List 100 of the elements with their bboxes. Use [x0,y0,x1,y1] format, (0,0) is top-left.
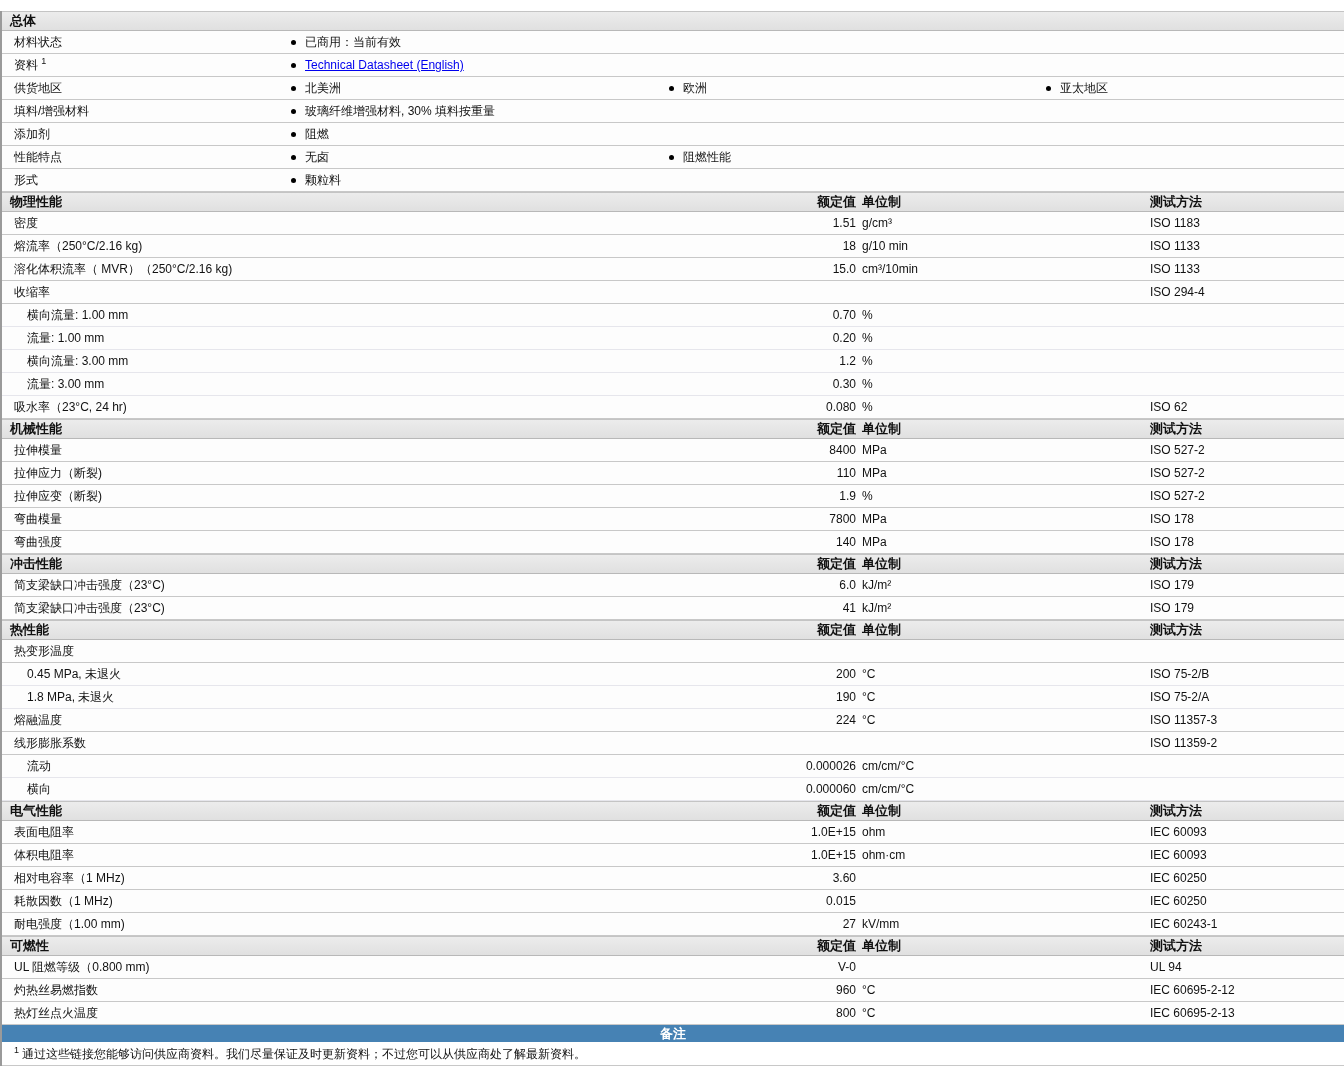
column-header: 测试方法 [1150,937,1203,955]
test-method: ISO 11359-2 [1150,736,1218,750]
test-method: ISO 75-2/B [1150,667,1210,681]
column-header: 额定值 [816,802,856,820]
unit-text: % [862,489,873,503]
notes-title: 备注 [660,1024,686,1043]
unit-text: °C [862,690,876,704]
property-label: 耗散因数（1 MHz) [13,892,114,910]
unit-text: cm/cm/°C [862,782,915,796]
bullet-icon [291,177,296,183]
column-header: 额定值 [816,555,856,573]
bullet-icon [669,154,674,160]
section-title: 总体 [8,12,37,30]
property-label: 耐电强度（1.00 mm) [13,915,126,933]
property-value: 140 [835,535,856,549]
section-title: 机械性能 [8,420,63,438]
property-value: 960 [835,983,856,997]
property-label: 1.8 MPa, 未退火 [26,688,116,706]
test-method: IEC 60695-2-12 [1150,983,1235,997]
property-value: 27 [842,917,856,931]
bullet-icon [291,85,296,91]
bullet-icon [669,85,674,91]
column-header: 单位制 [862,555,902,573]
column-header: 单位制 [862,420,902,438]
column-header: 额定值 [816,621,856,639]
property-label: 热灯丝点火温度 [13,1004,99,1022]
unit-text: % [862,354,873,368]
unit-text: °C [862,667,876,681]
section-title: 可燃性 [9,937,50,955]
column-header: 单位制 [862,937,902,955]
property-value: 190 [835,690,856,704]
unit-text: ohm [862,825,886,839]
bullet-icon [291,39,296,45]
property-value: 1.0E+15 [810,848,856,862]
property-label: 横向 [26,780,52,798]
unit-text: kV/mm [862,917,900,931]
bullet-icon [291,62,296,68]
property-value: 1.2 [839,354,856,368]
unit-text: kJ/m² [862,601,892,615]
property-value: 北美洲 [305,79,341,97]
test-method: ISO 1133 [1150,239,1200,253]
test-method: ISO 75-2/A [1150,690,1210,704]
property-label: 材料状态 [13,33,63,51]
unit-text: MPa [862,535,887,549]
test-method: ISO 527-2 [1150,466,1205,480]
column-header: 测试方法 [1150,802,1203,820]
column-header: 单位制 [862,802,902,820]
test-method: ISO 11357-3 [1150,713,1218,727]
property-label: 相对电容率（1 MHz) [13,869,126,887]
unit-text: % [862,400,873,414]
column-header: 额定值 [816,193,856,211]
property-label: 弯曲强度 [13,533,63,551]
property-value: 110 [836,466,856,480]
test-method: IEC 60250 [1150,871,1207,885]
datasheet-link[interactable]: Technical Datasheet (English) [305,58,464,72]
footnote-text: $^{1}$ 通过这些链接您能够访问供应商资料。我们尽量保证及时更新资料；不过您可以从供应商处了解最新资料。 [14,1044,587,1063]
property-label: 灼热丝易燃指数 [13,981,99,999]
property-label: 性能特点 [13,148,63,166]
unit-text: % [862,377,873,391]
unit-text: kJ/m² [862,578,892,592]
test-method: IEC 60093 [1150,848,1207,862]
property-value: 0.015 [825,894,856,908]
property-value: 阻燃 [305,125,329,143]
section-title: 电气性能 [9,802,63,820]
property-label: 横向流量: 1.00 mm [26,306,130,324]
unit-text: cm³/10min [862,262,918,276]
test-method: IEC 60243-1 [1150,917,1218,931]
property-label: 简支梁缺口冲击强度（23°C) [13,599,166,617]
test-method: ISO 178 [1150,512,1195,526]
property-value: 0.70 [832,308,856,322]
property-label: 拉伸应变（断裂) [13,487,103,505]
property-label: 流量: 1.00 mm [26,329,106,347]
property-label: 0.45 MPa, 未退火 [26,665,123,683]
property-label: 拉伸模量 [13,441,63,459]
unit-text: °C [862,983,876,997]
column-header: 单位制 [862,621,902,639]
property-value: 200 [835,667,856,681]
property-label: 弯曲模量 [13,510,63,528]
property-label: 表面电阻率 [13,823,75,841]
property-value: 41 [842,601,856,615]
property-value: 已商用：当前有效 [305,33,401,51]
property-value: 阻燃性能 [683,148,731,166]
property-label: 密度 [13,214,39,232]
property-value: 800 [835,1006,856,1020]
unit-text: % [862,331,873,345]
property-label: 填料/增强材料 [13,102,91,120]
property-value: 0.000060 [805,782,856,796]
property-value: 0.30 [832,377,856,391]
property-value: V-0 [838,960,856,974]
bullet-icon [291,154,296,160]
test-method: IEC 60695-2-13 [1150,1006,1235,1020]
property-label: 拉伸应力（断裂) [13,464,103,482]
section-title: 冲击性能 [9,555,63,573]
test-method: ISO 1133 [1150,262,1200,276]
column-header: 测试方法 [1150,193,1203,211]
property-label: 供货地区 [13,79,63,97]
column-header: 测试方法 [1150,555,1203,573]
property-value: 1.51 [832,216,856,230]
property-value: 无卤 [305,148,329,166]
test-method: UL 94 [1150,960,1182,974]
